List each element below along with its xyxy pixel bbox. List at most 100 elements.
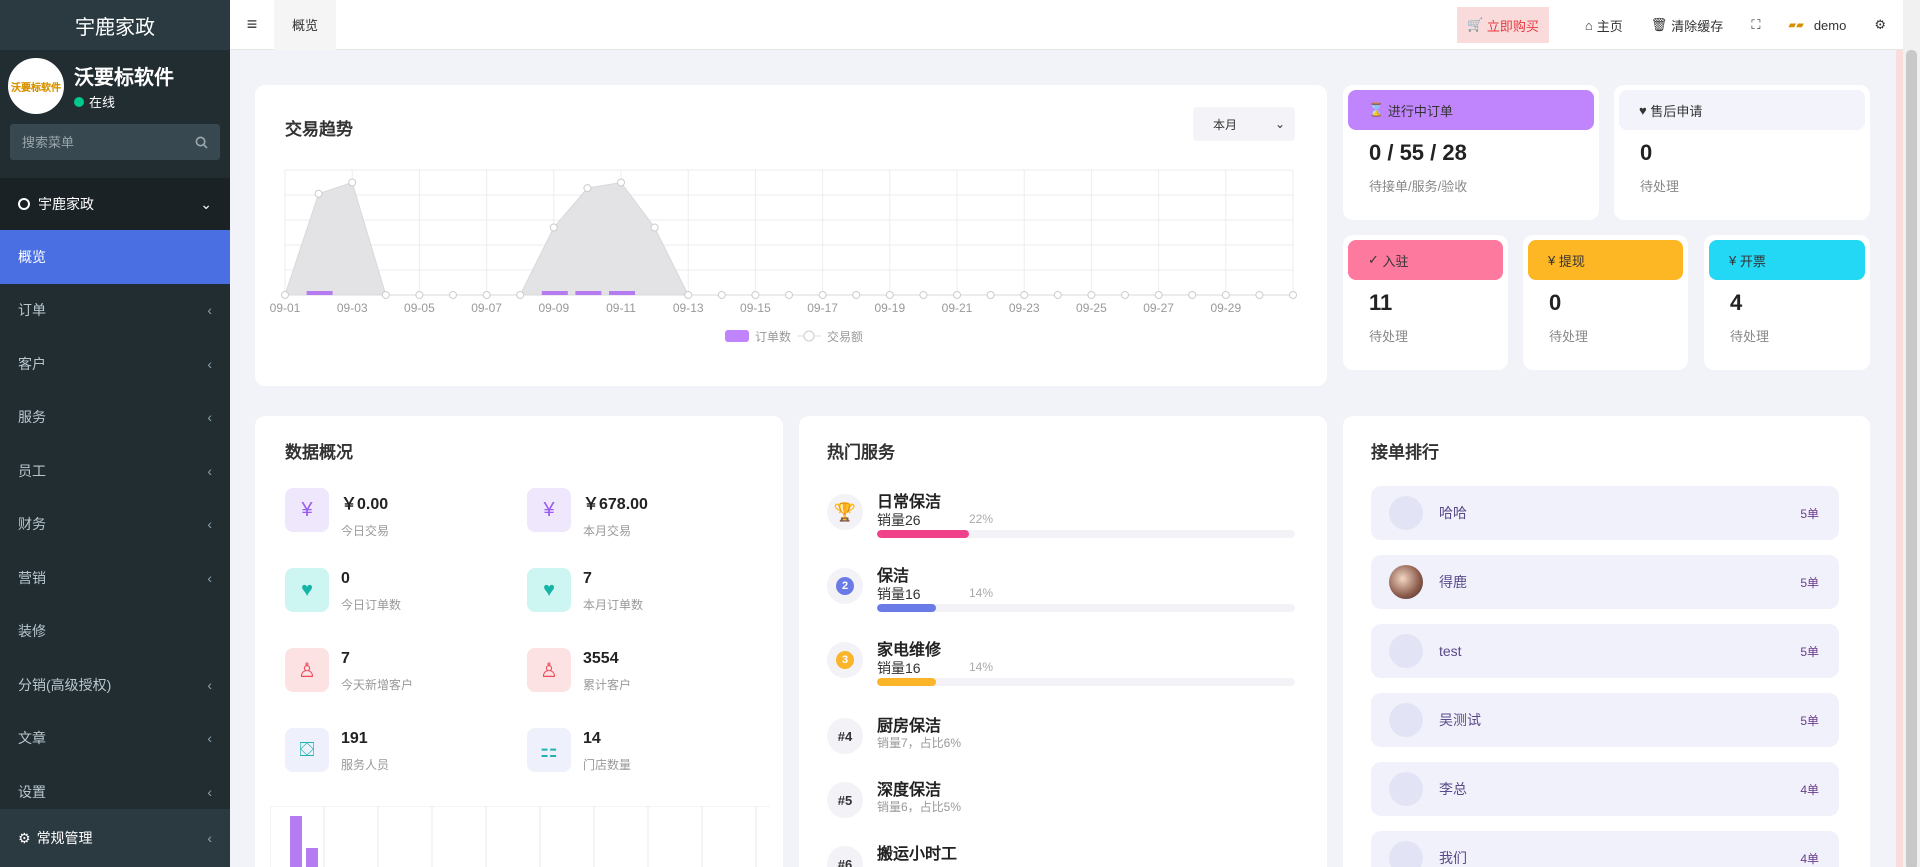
- service-percent: 14%: [969, 586, 994, 600]
- home-link[interactable]: ⌂ 主页: [1585, 16, 1623, 35]
- page-scrollbar[interactable]: [1903, 0, 1920, 867]
- overview-value: ￥678.00: [583, 496, 648, 513]
- fullscreen-icon[interactable]: ⛶: [1751, 17, 1760, 33]
- sidebar-item-5[interactable]: 财务 ‹: [0, 497, 230, 551]
- amount-point: [281, 291, 289, 299]
- amount-point: [1289, 291, 1297, 299]
- order-count: 4单: [1800, 782, 1819, 797]
- amount-point: [348, 178, 357, 187]
- sidebar-menu: 宇鹿家政 ⌄ 概览 订单 ‹ 客户 ‹ 服务 ‹ 员工 ‹ 财务 ‹ 营销 ‹ 装修 分销(高级授权) ‹ 文章…: [0, 178, 230, 819]
- overview-label: 累计客户: [583, 678, 632, 692]
- tab-overview[interactable]: 概览: [274, 0, 337, 50]
- rank-badge: #5: [827, 782, 863, 818]
- overview-label: 服务人员: [341, 758, 390, 772]
- x-tick-label: 09-23: [1009, 301, 1040, 315]
- order-count: 5单: [1800, 506, 1819, 521]
- hot-service-item[interactable]: #4 厨房保洁 销量7，占比6%: [827, 712, 1297, 768]
- ranking-item[interactable]: 得鹿 5单: [1371, 555, 1839, 609]
- hot-service-item[interactable]: 🏆 日常保洁 销量26 22%: [827, 488, 1297, 544]
- clear-cache-button[interactable]: 🗑 清除缓存: [1651, 16, 1724, 35]
- ranking-item[interactable]: 我们 4单: [1371, 831, 1839, 867]
- service-progress-fill: [877, 678, 936, 686]
- user-menu[interactable]: ▰▰ demo: [1788, 18, 1846, 33]
- sidebar-item-label: 营销: [18, 569, 46, 586]
- withdraw-card[interactable]: ¥ 提现 0 待处理: [1523, 235, 1688, 370]
- withdraw-head: ¥ 提现: [1528, 240, 1683, 280]
- cart-icon: 🛒: [1467, 17, 1484, 32]
- sidebar: 宇鹿家政 沃要标软件 沃要标软件 在线 宇鹿家政 ⌄ 概览订单‹客户‹服务‹员工…: [0, 0, 230, 867]
- hot-service-item[interactable]: 3 家电维修 销量16 14%: [827, 636, 1297, 692]
- amount-point: [516, 291, 525, 299]
- yuan-icon: ¥: [527, 488, 571, 532]
- service-name: 日常保洁: [877, 494, 942, 511]
- sidebar-item-8[interactable]: 分销(高级授权) ‹: [0, 658, 230, 712]
- heart-icon: ♥: [527, 568, 571, 612]
- settings-gear-icon[interactable]: ⚙: [1874, 17, 1886, 33]
- rank-badge: 2: [827, 568, 863, 604]
- sidebar-item-3[interactable]: 服务 ‹: [0, 390, 230, 444]
- user-label: demo: [1813, 17, 1847, 33]
- order-bar: [541, 291, 568, 295]
- order-bar: [609, 291, 635, 295]
- brand-title[interactable]: 宇鹿家政: [0, 0, 230, 50]
- avatar: 沃要标软件: [8, 58, 64, 114]
- amount-point: [1087, 291, 1096, 299]
- amount-point: [1188, 291, 1197, 299]
- trend-card: 交易趋势 本月 ⌄ 09-01 09-03 09-05 09-07 09-09 09-11 0…: [255, 85, 1327, 386]
- rank-badge: 🏆: [827, 494, 863, 530]
- x-tick-label: 09-15: [740, 301, 771, 315]
- amount-point: [1221, 291, 1230, 299]
- amount-point: [717, 291, 726, 299]
- search-icon[interactable]: [195, 136, 208, 149]
- overview-item: ♥ 0 今日订单数: [285, 568, 401, 613]
- ranking-item[interactable]: 哈哈 5单: [1371, 486, 1839, 540]
- hot-service-item[interactable]: #5 深度保洁 销量6，占比5%: [827, 776, 1297, 832]
- x-tick-label: 09-19: [874, 301, 905, 315]
- hot-service-item[interactable]: 2 保洁 销量16 14%: [827, 562, 1297, 618]
- user-status: 在线: [74, 92, 174, 111]
- medal-icon: 3: [836, 651, 854, 669]
- x-tick-label: 09-01: [270, 301, 301, 315]
- sidebar-item-9[interactable]: 文章 ‹: [0, 711, 230, 765]
- overview-item: ¥ ￥678.00 本月交易: [527, 488, 648, 539]
- amount-point: [1020, 291, 1029, 299]
- buy-now-button[interactable]: 🛒 立即购买: [1457, 7, 1549, 43]
- rank-label: #6: [837, 856, 853, 867]
- overview-label: 门店数量: [583, 758, 632, 772]
- sidebar-item-general[interactable]: ⚙ 常规管理 ‹: [0, 809, 230, 867]
- invoice-sub: 待处理: [1730, 329, 1770, 344]
- amount-point: [314, 189, 323, 198]
- amount-point: [885, 291, 894, 299]
- amount-point: [617, 178, 625, 187]
- menu-group-yulu[interactable]: 宇鹿家政 ⌄: [0, 178, 230, 230]
- overview-value: ￥0.00: [341, 496, 389, 513]
- hot-service-item[interactable]: #6 搬运小时工: [827, 840, 1297, 867]
- sidebar-item-7[interactable]: 装修: [0, 604, 230, 658]
- sidebar-item-2[interactable]: 客户 ‹: [0, 337, 230, 391]
- legend-orders-label: 订单数: [755, 329, 791, 344]
- sidebar-item-6[interactable]: 营销 ‹: [0, 551, 230, 605]
- invoice-value: 4: [1730, 290, 1743, 315]
- sidebar-item-label: 服务: [18, 409, 46, 426]
- x-tick-label: 09-25: [1076, 301, 1107, 315]
- ranking-item[interactable]: 李总 4单: [1371, 762, 1839, 816]
- sidebar-item-4[interactable]: 员工 ‹: [0, 444, 230, 498]
- menu-search-input[interactable]: [22, 134, 172, 150]
- scroll-thumb[interactable]: [1906, 50, 1917, 867]
- bag-icon: ⛋: [285, 728, 329, 772]
- sidebar-item-1[interactable]: 订单 ‹: [0, 283, 230, 337]
- chevron-left-icon: ‹: [207, 676, 212, 693]
- sidebar-item-0[interactable]: 概览: [0, 230, 230, 284]
- in-progress-card[interactable]: ⌛ 进行中订单 0 / 55 / 28 待接单/服务/验收: [1343, 85, 1599, 220]
- settle-card[interactable]: ✓ 入驻 11 待处理: [1343, 235, 1508, 370]
- after-sales-card[interactable]: ♥ 售后申请 0 待处理: [1614, 85, 1870, 220]
- yuan-circle-icon: ¥: [1729, 252, 1737, 268]
- x-tick-label: 09-03: [337, 301, 368, 315]
- avatar: [1389, 772, 1423, 806]
- ranking-item[interactable]: 吴测试 5单: [1371, 693, 1839, 747]
- ranking-item[interactable]: test 5单: [1371, 624, 1839, 678]
- menu-toggle-icon[interactable]: ≡: [230, 14, 274, 35]
- yuan-icon: ¥: [285, 488, 329, 532]
- invoice-card[interactable]: ¥ 开票 4 待处理: [1704, 235, 1870, 370]
- overview-item: ⛋ 191 服务人员: [285, 728, 389, 773]
